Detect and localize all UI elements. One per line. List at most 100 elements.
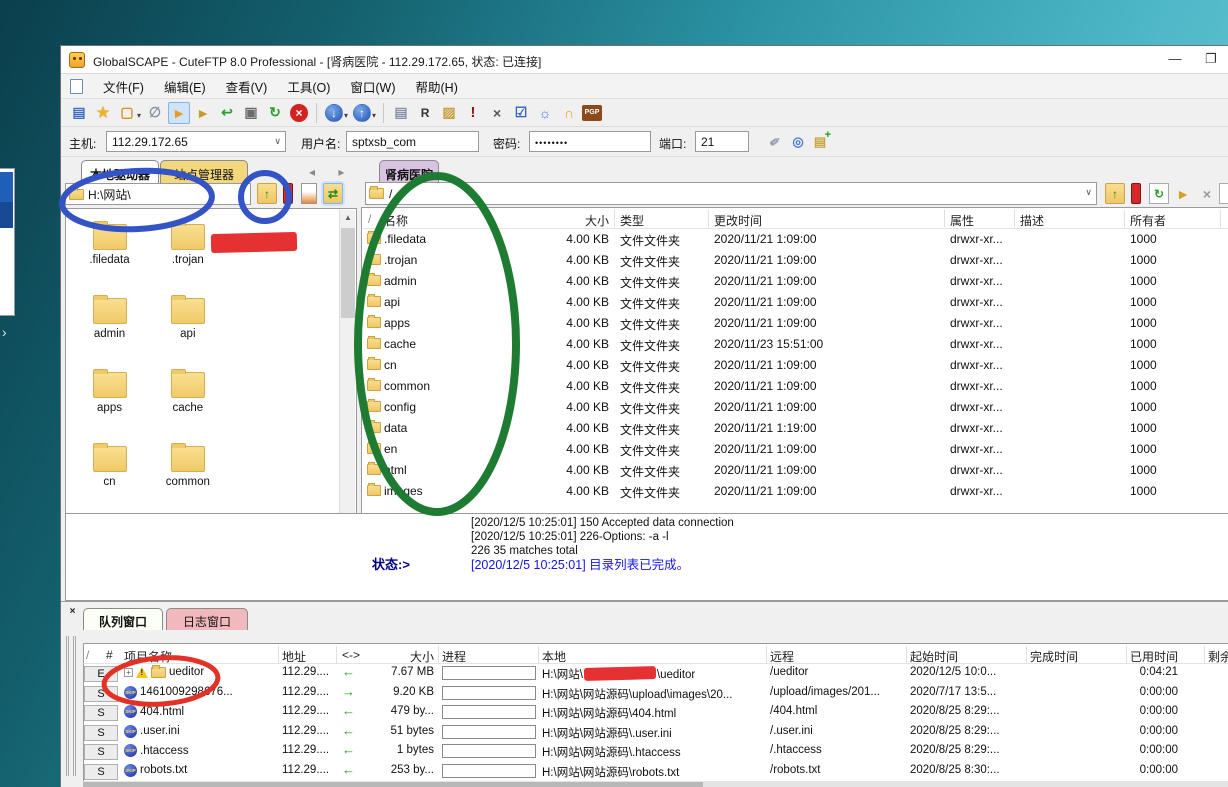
new-site-icon[interactable]: ▢ bbox=[116, 102, 138, 124]
column-attrs[interactable]: 属性 bbox=[950, 212, 974, 229]
transfer-back-icon[interactable]: ↩ bbox=[216, 102, 238, 124]
queue-status-button[interactable]: S bbox=[84, 686, 118, 702]
tab-log-window[interactable]: 日志窗口 bbox=[166, 608, 248, 630]
tab-remote-site[interactable]: 肾病医院 bbox=[379, 160, 439, 183]
menu-item[interactable]: 查看(V) bbox=[216, 74, 278, 99]
scroll-thumb[interactable] bbox=[341, 228, 355, 318]
tab-site-manager[interactable]: 站点管理器 bbox=[160, 160, 248, 183]
queue-row[interactable]: S SKIP 1461009298676... 112.29.... → 9.2… bbox=[84, 684, 1228, 704]
column-local[interactable]: 本地 bbox=[542, 648, 566, 665]
upload-icon[interactable]: ↑ bbox=[353, 104, 371, 122]
column-progress[interactable]: 进程 bbox=[442, 648, 466, 665]
dropdown-caret-icon[interactable]: ▾ bbox=[344, 111, 348, 120]
column-start[interactable]: 起始时间 bbox=[910, 648, 958, 665]
new-folder-icon[interactable]: ▨ bbox=[438, 102, 460, 124]
select-pointer-icon[interactable]: ► bbox=[168, 102, 190, 124]
local-folder-item[interactable]: apps bbox=[72, 367, 147, 441]
scroll-up-arrow[interactable]: ▲ bbox=[340, 210, 356, 226]
remote-file-row[interactable]: config 4.00 KB 文件文件夹 2020/11/21 1:09:00 … bbox=[362, 397, 1228, 418]
stop-icon[interactable]: × bbox=[290, 104, 308, 122]
remote-path-combo[interactable]: / ∨ bbox=[365, 182, 1097, 205]
remote-file-row[interactable]: api 4.00 KB 文件文件夹 2020/11/21 1:09:00 drw… bbox=[362, 292, 1228, 313]
local-folder-item[interactable]: .trojan bbox=[150, 219, 225, 293]
pane-grip[interactable] bbox=[73, 636, 76, 776]
column-desc[interactable]: 描述 bbox=[1020, 212, 1044, 229]
pane-grip[interactable] bbox=[66, 636, 69, 776]
column-name[interactable]: 名称 bbox=[384, 212, 408, 229]
settings-icon[interactable]: ☼ bbox=[534, 102, 556, 124]
tab-queue-window[interactable]: 队列窗口 bbox=[83, 608, 163, 630]
connection-wizard-icon[interactable]: ★ bbox=[92, 102, 114, 124]
column-remaining[interactable]: 剩余时间 bbox=[1208, 648, 1228, 665]
chevron-down-icon[interactable]: ∨ bbox=[274, 136, 281, 147]
password-field[interactable]: •••••••• bbox=[529, 131, 651, 152]
column-remote[interactable]: 远程 bbox=[770, 648, 794, 665]
local-filter-icon[interactable] bbox=[301, 183, 317, 204]
close-icon[interactable]: × bbox=[66, 606, 79, 619]
queue-row[interactable]: S SKIP robots.txt 112.29.... ← 253 by...… bbox=[84, 762, 1228, 782]
chevron-down-icon[interactable]: ∨ bbox=[1085, 187, 1092, 198]
expand-box-icon[interactable]: + bbox=[124, 668, 133, 677]
column-elapsed[interactable]: 已用时间 bbox=[1130, 648, 1178, 665]
remote-refresh-icon[interactable]: ↻ bbox=[1149, 183, 1169, 204]
remote-stop-icon[interactable] bbox=[1131, 183, 1141, 204]
delete-icon[interactable]: × bbox=[486, 102, 508, 124]
local-stop-icon[interactable] bbox=[283, 183, 293, 204]
column-item[interactable]: 项目名称 bbox=[124, 648, 172, 665]
column-modified[interactable]: 更改时间 bbox=[714, 212, 762, 229]
username-field[interactable]: sptxsb_com bbox=[346, 131, 479, 152]
help-icon[interactable]: ∩ bbox=[558, 102, 580, 124]
remote-delete-icon[interactable]: × bbox=[1197, 183, 1217, 204]
pgp-icon[interactable]: PGP bbox=[582, 105, 602, 121]
settings-ring-icon[interactable]: ◎ bbox=[789, 133, 807, 151]
menu-item[interactable]: 文件(F) bbox=[93, 74, 154, 99]
queue-row[interactable]: S SKIP .user.ini 112.29.... ← 51 bytes 1… bbox=[84, 723, 1228, 743]
remote-partial-icon[interactable] bbox=[1219, 183, 1228, 204]
dropdown-caret-icon[interactable]: ▾ bbox=[372, 111, 376, 120]
maximize-button[interactable]: ❐ bbox=[1196, 50, 1226, 70]
tab-scroll-arrows[interactable]: ◂ ▸ bbox=[309, 165, 354, 179]
column-size[interactable]: 大小 bbox=[487, 212, 609, 229]
disconnect-icon[interactable]: ∅ bbox=[144, 102, 166, 124]
minimize-button[interactable]: — bbox=[1160, 50, 1190, 70]
column-finish[interactable]: 完成时间 bbox=[1030, 648, 1078, 665]
remote-file-row[interactable]: data 4.00 KB 文件文件夹 2020/11/21 1:19:00 dr… bbox=[362, 418, 1228, 439]
queue-hscrollbar[interactable] bbox=[83, 781, 1228, 787]
tab-local-drive[interactable]: 本地驱动器 bbox=[81, 160, 159, 183]
local-folder-item[interactable]: api bbox=[150, 293, 225, 367]
local-folder-item[interactable]: common bbox=[150, 441, 225, 515]
scroll-thumb[interactable] bbox=[83, 782, 703, 787]
column-owner[interactable]: 所有者 bbox=[1130, 212, 1166, 229]
local-folder-item[interactable]: cache bbox=[150, 367, 225, 441]
view-notes-icon[interactable]: ▤ bbox=[390, 102, 412, 124]
execute-icon[interactable]: ! bbox=[462, 102, 484, 124]
local-sync-folders-icon[interactable]: ⇄ bbox=[323, 183, 343, 204]
queue-status-button[interactable]: S bbox=[84, 744, 118, 760]
remote-file-row[interactable]: cache 4.00 KB 文件文件夹 2020/11/23 15:51:00 … bbox=[362, 334, 1228, 355]
queue-row[interactable]: E + ueditor 112.29.... ← 7.67 MB 99% bbox=[84, 664, 1228, 684]
pointer-options-icon[interactable]: ► bbox=[192, 102, 214, 124]
host-combo[interactable]: 112.29.172.65∨ bbox=[106, 131, 286, 152]
menu-item[interactable]: 帮助(H) bbox=[406, 74, 468, 99]
column-type[interactable]: 类型 bbox=[620, 212, 644, 229]
remote-file-row[interactable]: .filedata 4.00 KB 文件文件夹 2020/11/21 1:09:… bbox=[362, 229, 1228, 250]
remote-file-row[interactable]: admin 4.00 KB 文件文件夹 2020/11/21 1:09:00 d… bbox=[362, 271, 1228, 292]
remote-file-row[interactable]: .trojan 4.00 KB 文件文件夹 2020/11/21 1:09:00… bbox=[362, 250, 1228, 271]
queue-status-button[interactable]: S bbox=[84, 764, 118, 780]
remote-file-row[interactable]: en 4.00 KB 文件文件夹 2020/11/21 1:09:00 drwx… bbox=[362, 439, 1228, 460]
column-slash[interactable]: / bbox=[368, 212, 371, 226]
chevron-down-icon[interactable]: ∨ bbox=[239, 188, 246, 199]
column-num[interactable]: # bbox=[106, 648, 113, 662]
rename-icon[interactable]: R bbox=[414, 102, 436, 124]
queue-row[interactable]: S SKIP .htaccess 112.29.... ← 1 bytes 10… bbox=[84, 742, 1228, 762]
menu-item[interactable]: 窗口(W) bbox=[340, 74, 405, 99]
quick-connect-icon[interactable]: ▤ bbox=[811, 133, 829, 151]
menu-item[interactable]: 工具(O) bbox=[277, 74, 340, 99]
local-folder-up-icon[interactable]: ↑ bbox=[257, 183, 277, 204]
menu-item[interactable]: 编辑(E) bbox=[154, 74, 216, 99]
queue-status-button[interactable]: E bbox=[84, 666, 118, 682]
local-folder-item[interactable]: cn bbox=[72, 441, 147, 515]
download-icon[interactable]: ↓ bbox=[325, 104, 343, 122]
column-address[interactable]: 地址 bbox=[282, 648, 306, 665]
remote-folder-up-icon[interactable]: ↑ bbox=[1105, 183, 1125, 204]
